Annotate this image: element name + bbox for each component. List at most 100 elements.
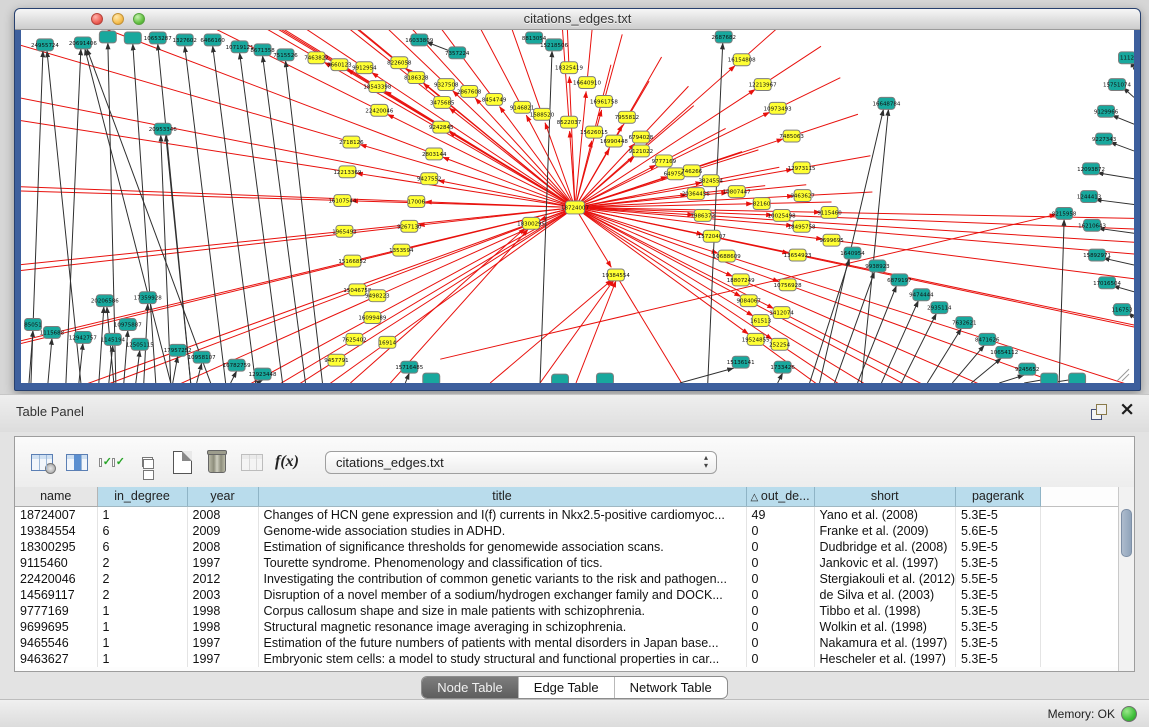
citation-network-graph[interactable]: 2495572420691406106532871327602646616010… bbox=[21, 30, 1134, 383]
window-titlebar[interactable]: citations_edges.txt bbox=[15, 9, 1140, 30]
column-header-title[interactable]: title bbox=[258, 487, 746, 506]
table-cell[interactable] bbox=[1041, 603, 1126, 619]
column-header-short[interactable]: short bbox=[814, 487, 956, 506]
table-row[interactable]: 2242004622012Investigating the contribut… bbox=[15, 571, 1126, 587]
table-scrollbar[interactable] bbox=[1118, 487, 1134, 671]
table-cell[interactable]: 1 bbox=[97, 619, 187, 635]
table-row[interactable]: 1830029562008Estimation of significance … bbox=[15, 539, 1126, 555]
table-cell[interactable]: 1998 bbox=[187, 619, 258, 635]
table-row[interactable]: 946554611997Estimation of the future num… bbox=[15, 635, 1126, 651]
graph-node[interactable] bbox=[1069, 373, 1086, 383]
table-row[interactable]: 1872400712008Changes of HCN gene express… bbox=[15, 506, 1126, 523]
table-cell[interactable]: Genome-wide association studies in ADHD. bbox=[258, 523, 746, 539]
select-rows-icon[interactable]: ✓✓ bbox=[99, 449, 125, 475]
graph-node[interactable] bbox=[423, 373, 440, 383]
table-cell[interactable]: Hescheler et al. (1997) bbox=[814, 651, 956, 667]
table-cell[interactable]: 5.3E-5 bbox=[956, 635, 1041, 651]
table-cell[interactable]: 1997 bbox=[187, 635, 258, 651]
table-cell[interactable]: 1 bbox=[97, 635, 187, 651]
table-cell[interactable]: 14569117 bbox=[15, 587, 97, 603]
table-cell[interactable]: 9115460 bbox=[15, 555, 97, 571]
table-cell[interactable]: de Silva et al. (2003) bbox=[814, 587, 956, 603]
table-cell[interactable]: Structural magnetic resonance image aver… bbox=[258, 619, 746, 635]
column-header-year[interactable]: year bbox=[187, 487, 258, 506]
table-cell[interactable]: 2 bbox=[97, 587, 187, 603]
table-cell[interactable]: 9777169 bbox=[15, 603, 97, 619]
column-header-pagerank[interactable]: pagerank bbox=[956, 487, 1041, 506]
new-table-icon[interactable] bbox=[169, 449, 195, 475]
table-cell[interactable]: Estimation of the future numbers of pati… bbox=[258, 635, 746, 651]
table-row[interactable]: 977716911998Corpus callosum shape and si… bbox=[15, 603, 1126, 619]
column-header-out_de...[interactable]: △ out_de... bbox=[746, 487, 814, 506]
table-cell[interactable]: Tourette syndrome. Phenomenology and cla… bbox=[258, 555, 746, 571]
table-cell[interactable]: Stergiakouli et al. (2012) bbox=[814, 571, 956, 587]
table-cell[interactable]: 0 bbox=[746, 571, 814, 587]
table-row[interactable]: 911546021997Tourette syndrome. Phenomeno… bbox=[15, 555, 1126, 571]
graph-node[interactable] bbox=[1041, 373, 1058, 383]
table-cell[interactable]: 0 bbox=[746, 555, 814, 571]
table-cell[interactable]: 5.9E-5 bbox=[956, 539, 1041, 555]
table-cell[interactable]: 0 bbox=[746, 651, 814, 667]
network-canvas[interactable]: 2495572420691406106532871327602646616010… bbox=[21, 30, 1134, 383]
table-cell[interactable] bbox=[1041, 571, 1126, 587]
table-cell[interactable]: 0 bbox=[746, 635, 814, 651]
table-row[interactable]: 969969511998Structural magnetic resonanc… bbox=[15, 619, 1126, 635]
table-cell[interactable]: 0 bbox=[746, 587, 814, 603]
table-row[interactable]: 1938455462009Genome-wide association stu… bbox=[15, 523, 1126, 539]
table-cell[interactable] bbox=[1041, 555, 1126, 571]
table-cell[interactable]: 49 bbox=[746, 506, 814, 523]
table-cell[interactable]: Franke et al. (2009) bbox=[814, 523, 956, 539]
row-height-icon[interactable] bbox=[134, 449, 160, 475]
table-cell[interactable]: 2008 bbox=[187, 539, 258, 555]
table-cell[interactable]: 1998 bbox=[187, 603, 258, 619]
graph-node[interactable] bbox=[596, 373, 613, 383]
table-row[interactable]: 946362711997Embryonic stem cells: a mode… bbox=[15, 651, 1126, 667]
table-cell[interactable]: 0 bbox=[746, 619, 814, 635]
table-selector-dropdown[interactable]: citations_edges.txt ▴▾ bbox=[325, 451, 717, 474]
table-cell[interactable] bbox=[1041, 635, 1126, 651]
table-cell[interactable]: 1 bbox=[97, 603, 187, 619]
table-cell[interactable]: 5.3E-5 bbox=[956, 603, 1041, 619]
table-cell[interactable]: Tibbo et al. (1998) bbox=[814, 603, 956, 619]
graph-node[interactable] bbox=[124, 32, 141, 44]
table-cell[interactable]: 9465546 bbox=[15, 635, 97, 651]
table-cell[interactable]: 5.5E-5 bbox=[956, 571, 1041, 587]
table-cell[interactable] bbox=[1041, 651, 1126, 667]
table-cell[interactable]: Embryonic stem cells: a model to study s… bbox=[258, 651, 746, 667]
table-row[interactable]: 1456911722003Disruption of a novel membe… bbox=[15, 587, 1126, 603]
graph-node[interactable] bbox=[99, 31, 116, 43]
table-cell[interactable]: Investigating the contribution of common… bbox=[258, 571, 746, 587]
table-cell[interactable]: 2012 bbox=[187, 571, 258, 587]
table-cell[interactable]: 18300295 bbox=[15, 539, 97, 555]
table-cell[interactable]: 0 bbox=[746, 539, 814, 555]
table-cell[interactable]: Yano et al. (2008) bbox=[814, 506, 956, 523]
table-cell[interactable]: 2009 bbox=[187, 523, 258, 539]
table-cell[interactable]: 2 bbox=[97, 555, 187, 571]
tab-node-table[interactable]: Node Table bbox=[422, 677, 519, 698]
graph-node[interactable] bbox=[552, 374, 569, 383]
table-cell[interactable]: 0 bbox=[746, 523, 814, 539]
table-cell[interactable]: Wolkin et al. (1998) bbox=[814, 619, 956, 635]
table-cell[interactable]: 6 bbox=[97, 523, 187, 539]
table-cell[interactable]: 5.6E-5 bbox=[956, 523, 1041, 539]
column-header-filler[interactable] bbox=[1041, 487, 1126, 506]
table-cell[interactable]: 5.3E-5 bbox=[956, 651, 1041, 667]
table-cell[interactable]: 5.3E-5 bbox=[956, 619, 1041, 635]
close-panel-icon[interactable]: × bbox=[1119, 398, 1135, 420]
table-cell[interactable]: Estimation of significance thresholds fo… bbox=[258, 539, 746, 555]
table-cell[interactable] bbox=[1041, 523, 1126, 539]
delete-table-icon[interactable] bbox=[204, 449, 230, 475]
table-cell[interactable]: Disruption of a novel member of a sodium… bbox=[258, 587, 746, 603]
table-cell[interactable] bbox=[1041, 506, 1126, 523]
table-cell[interactable]: Changes of HCN gene expression and I(f) … bbox=[258, 506, 746, 523]
table-panel-header[interactable]: Table Panel × bbox=[0, 394, 1149, 432]
table-cell[interactable]: 1 bbox=[97, 506, 187, 523]
tab-network-table[interactable]: Network Table bbox=[615, 677, 727, 698]
show-columns-icon[interactable] bbox=[64, 449, 90, 475]
function-builder-icon[interactable]: f(x) bbox=[274, 449, 300, 475]
table-scrollbar-thumb[interactable] bbox=[1121, 509, 1132, 557]
column-header-in_degree[interactable]: in_degree bbox=[97, 487, 187, 506]
table-cell[interactable]: 1997 bbox=[187, 651, 258, 667]
table-cell[interactable] bbox=[1041, 619, 1126, 635]
table-settings-icon[interactable] bbox=[29, 449, 55, 475]
